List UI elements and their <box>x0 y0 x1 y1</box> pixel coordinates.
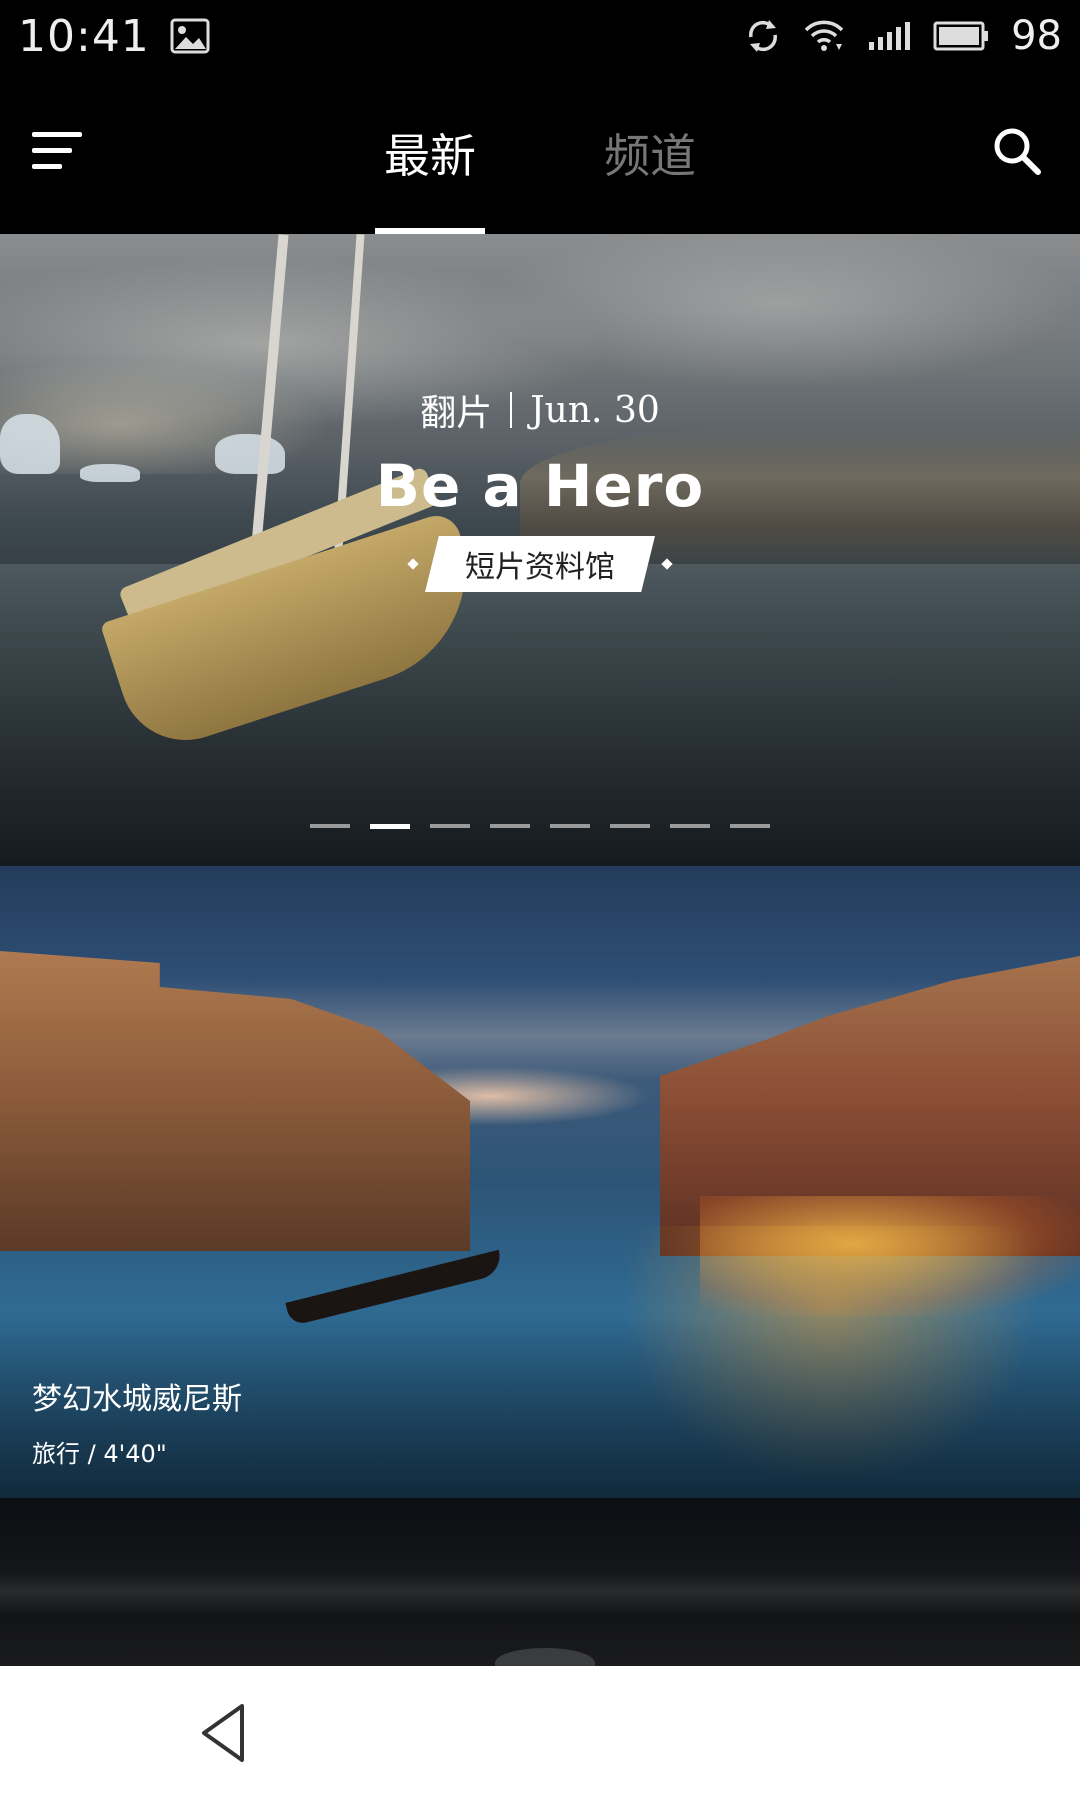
signal-icon <box>867 20 911 52</box>
pager-dot[interactable] <box>730 824 770 828</box>
gondola <box>285 1249 505 1327</box>
image-icon <box>170 18 210 54</box>
pager-dot[interactable] <box>430 824 470 828</box>
pager-dot[interactable] <box>550 824 590 828</box>
tab-latest[interactable]: 最新 <box>374 72 486 234</box>
battery-icon <box>933 20 989 52</box>
battery-percent: 98 <box>1011 13 1062 59</box>
search-icon <box>990 124 1044 178</box>
system-nav-bar <box>0 1666 1080 1800</box>
status-bar: 10:41 98 <box>0 0 1080 72</box>
hero-pager <box>310 824 770 829</box>
hero-title: Be a Hero <box>375 452 705 520</box>
hero-banner[interactable]: 翻片 Jun. 30 Be a Hero 短片资料馆 <box>0 234 1080 866</box>
pager-dot[interactable] <box>490 824 530 828</box>
back-button[interactable] <box>190 1698 260 1768</box>
menu-icon <box>30 126 86 176</box>
status-left: 10:41 <box>18 11 210 62</box>
sync-icon <box>745 17 781 55</box>
hero-tag: 短片资料馆 <box>425 536 655 592</box>
hero-meta: 翻片 Jun. 30 <box>0 384 1080 436</box>
pager-dot[interactable] <box>610 824 650 828</box>
next-video-card[interactable] <box>0 1498 1080 1678</box>
video-meta: 旅行 / 4'40" <box>32 1440 167 1468</box>
status-right: 98 <box>745 13 1062 59</box>
tab-latest-label: 最新 <box>384 129 476 183</box>
hero-meta-divider <box>510 392 513 428</box>
back-icon <box>190 1698 260 1768</box>
search-button[interactable] <box>990 124 1044 178</box>
tab-channel[interactable]: 频道 <box>600 72 700 234</box>
pager-dot[interactable] <box>670 824 710 828</box>
tab-channel-label: 频道 <box>604 129 696 183</box>
hero-brand: 翻片 <box>420 393 493 434</box>
video-title: 梦幻水城威尼斯 <box>32 1382 242 1417</box>
hero-content: 翻片 Jun. 30 Be a Hero 短片资料馆 <box>0 384 1080 592</box>
diamond-icon <box>407 558 419 570</box>
menu-button[interactable] <box>30 126 86 176</box>
video-card[interactable]: 梦幻水城威尼斯 旅行 / 4'40" <box>0 866 1080 1498</box>
pager-dot[interactable] <box>310 824 350 828</box>
card-buildings-left <box>0 951 470 1251</box>
hero-date: Jun. 30 <box>530 389 660 431</box>
diamond-icon <box>661 558 673 570</box>
pager-dot-active[interactable] <box>370 824 410 829</box>
status-time: 10:41 <box>18 10 150 62</box>
app-header: 最新 频道 <box>0 72 1080 234</box>
wifi-icon <box>803 18 845 54</box>
hero-tag-wrap: 短片资料馆 <box>0 536 1080 592</box>
